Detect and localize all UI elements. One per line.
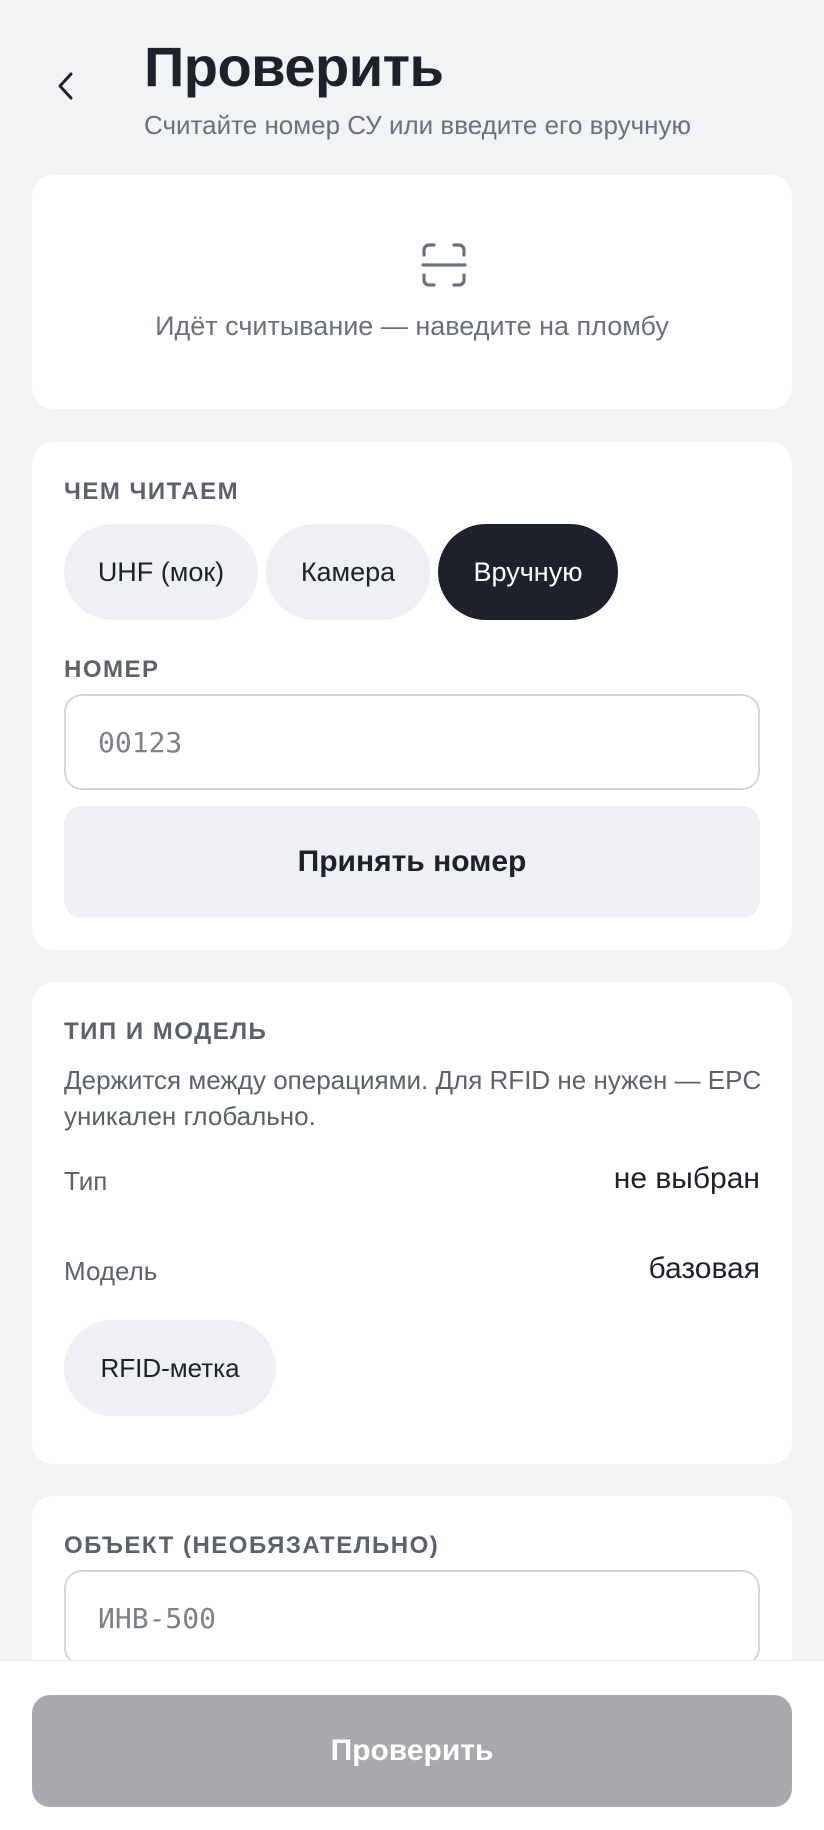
check-button[interactable]: Проверить [32,1695,792,1807]
page-subtitle: Считайте номер СУ или введите его вручну… [144,110,692,140]
scan-status-text: Идёт считывание — наведите на пломбу [155,311,669,341]
reader-option-uhf[interactable]: UHF (мок) [64,524,258,620]
number-label: НОМЕР [64,656,160,683]
type-model-description: Держится между операциями. Для RFID не н… [64,1065,762,1131]
check-screen: Проверить Считайте номер СУ или введите … [0,0,824,1830]
object-input[interactable] [64,1570,760,1666]
page-title: Проверить [144,35,444,98]
reader-card: ЧЕМ ЧИТАЕМ UHF (мок) Камера Вручную НОМЕ… [32,442,792,950]
scan-card: Идёт считывание — наведите на пломбу [32,175,792,409]
model-value[interactable]: базовая [649,1252,760,1286]
back-button[interactable] [44,64,88,108]
type-value[interactable]: не выбран [614,1162,760,1196]
reader-option-manual[interactable]: Вручную [438,524,618,620]
model-label: Модель [64,1256,158,1286]
reader-section-label: ЧЕМ ЧИТАЕМ [64,478,240,505]
number-input[interactable] [64,694,760,790]
accept-number-button[interactable]: Принять номер [64,806,760,918]
chevron-left-icon [58,72,73,100]
type-model-section-label: ТИП И МОДЕЛЬ [64,1018,268,1045]
rfid-tag-chip[interactable]: RFID-метка [64,1320,276,1416]
scan-icon [421,243,467,287]
object-section-label: ОБЪЕКТ (НЕОБЯЗАТЕЛЬНО) [64,1532,440,1559]
type-model-card: ТИП И МОДЕЛЬ Держится между операциями. … [32,982,792,1464]
type-label: Тип [64,1166,108,1196]
reader-option-camera[interactable]: Камера [266,524,430,620]
bottom-action-bar: Проверить [0,1660,824,1830]
